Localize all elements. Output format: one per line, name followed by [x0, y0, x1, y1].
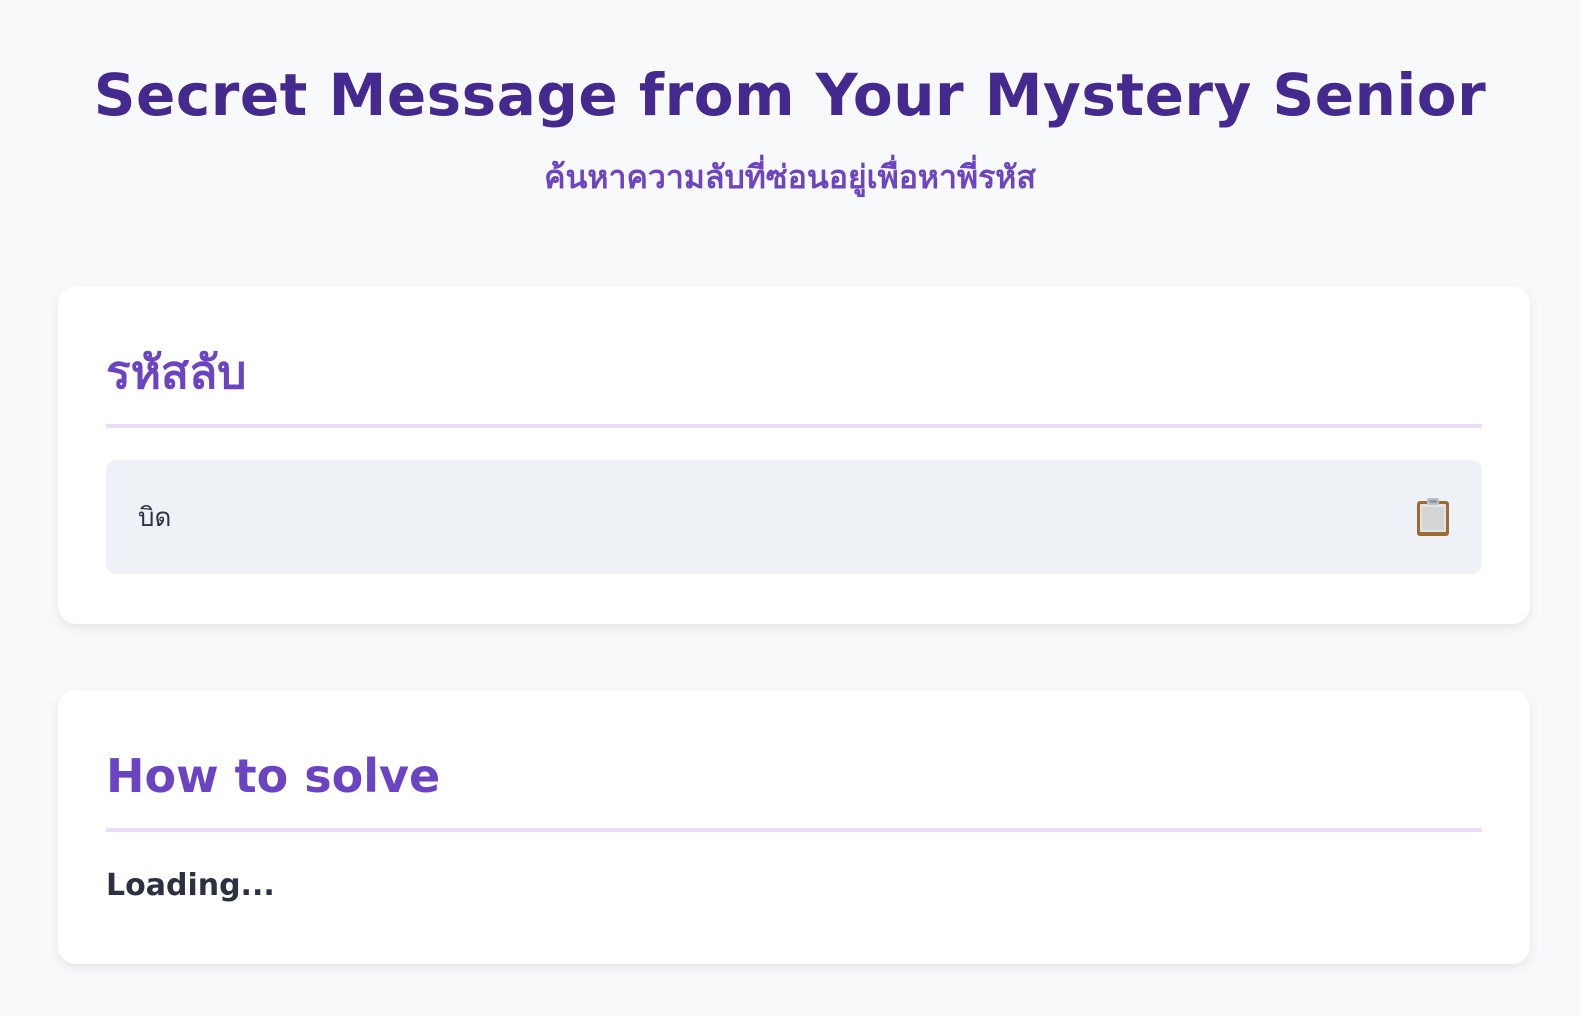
page-subtitle: ค้นหาความลับที่ซ่อนอยู่เพื่อหาพี่รหัส [544, 158, 1036, 196]
how-to-solve-content: Loading... [106, 868, 275, 903]
page-title: Secret Message from Your Mystery Senior [93, 61, 1487, 129]
secret-code-heading: รหัสลับ [106, 286, 1482, 428]
how-to-solve-heading: How to solve [106, 690, 1482, 832]
secret-code-text: บิด [138, 502, 172, 533]
clipboard-icon [1417, 498, 1449, 536]
secret-code-box: บิด [106, 460, 1482, 574]
secret-code-card: รหัสลับ บิด [58, 286, 1530, 624]
how-to-solve-card: How to solve Loading... [58, 690, 1530, 964]
page-header: Secret Message from Your Mystery Senior … [0, 0, 1580, 204]
copy-button[interactable] [1416, 497, 1450, 537]
